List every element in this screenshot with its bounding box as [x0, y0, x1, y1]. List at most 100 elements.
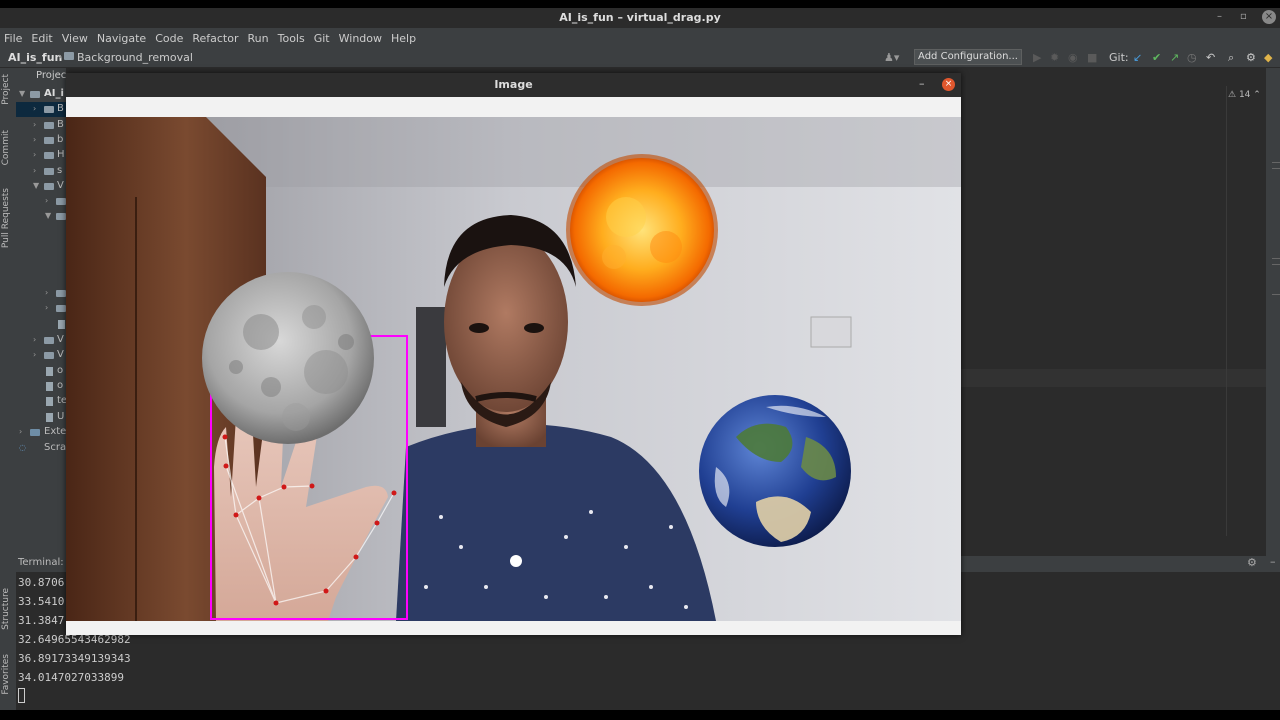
- user-icon[interactable]: ♟▾: [884, 51, 899, 64]
- terminal-line: 36.89173349139343: [18, 652, 131, 665]
- door-frame: [416, 307, 446, 427]
- tree-item[interactable]: ›: [16, 194, 66, 209]
- tree-item[interactable]: ›: [16, 301, 66, 316]
- window-title: AI_is_fun – virtual_drag.py: [559, 11, 721, 24]
- tab-favorites[interactable]: Favorites: [1, 654, 11, 695]
- right-tool-strip: [1266, 68, 1280, 556]
- shirt-button: [510, 555, 522, 567]
- git-commit-icon[interactable]: ✔: [1152, 51, 1161, 64]
- git-label: Git:: [1109, 51, 1129, 64]
- left-tool-strip: Project Commit Pull Requests Structure F…: [0, 68, 16, 710]
- tab-pull-requests[interactable]: Pull Requests: [1, 188, 11, 248]
- menu-window[interactable]: Window: [339, 32, 382, 45]
- debug-icon[interactable]: ✹: [1050, 51, 1059, 64]
- current-line-highlight: [961, 369, 1280, 387]
- tree-item[interactable]: ▼: [16, 209, 66, 224]
- tree-root[interactable]: ▼ AI_i: [16, 87, 66, 102]
- menu-bar: File Edit View Navigate Code Refactor Ru…: [0, 28, 1280, 48]
- git-history-icon[interactable]: ◷: [1187, 51, 1197, 64]
- breadcrumb-folder[interactable]: Background_removal: [77, 51, 193, 64]
- menu-run[interactable]: Run: [248, 32, 269, 45]
- scroll-mark: [1272, 294, 1280, 295]
- right-eye: [524, 323, 544, 333]
- gear-icon[interactable]: ⚙: [1246, 51, 1256, 64]
- scroll-mark: [1272, 162, 1280, 163]
- image-window-titlebar[interactable]: Image – ×: [66, 73, 961, 97]
- moon-object[interactable]: [202, 272, 374, 444]
- terminal-line: 31.3847: [18, 614, 65, 627]
- tree-item[interactable]: › V: [16, 333, 66, 348]
- terminal-gear-icon[interactable]: ⚙: [1247, 556, 1257, 569]
- breadcrumb-separator: ›: [58, 50, 63, 63]
- folder-icon: [64, 52, 74, 60]
- image-window-close-icon[interactable]: ×: [942, 78, 955, 91]
- plugin-icon[interactable]: ◆: [1264, 51, 1272, 64]
- tree-item[interactable]: › Exte: [16, 425, 66, 440]
- terminal-line: 34.0147027033899: [18, 671, 124, 684]
- wall-switch: [810, 316, 852, 348]
- sun-object[interactable]: [566, 154, 718, 306]
- warning-count: 14: [1238, 90, 1251, 100]
- coverage-icon[interactable]: ◉: [1068, 51, 1078, 64]
- tree-item[interactable]: › V: [16, 348, 66, 363]
- terminal-label: Terminal:: [18, 557, 64, 568]
- scroll-mark: [1272, 168, 1280, 169]
- tree-item[interactable]: › b: [16, 133, 66, 148]
- tree-item[interactable]: [16, 317, 66, 332]
- menu-file[interactable]: File: [4, 32, 22, 45]
- tree-item[interactable]: ›: [16, 286, 66, 301]
- status-bar: [0, 710, 1280, 720]
- webcam-frame[interactable]: [66, 117, 961, 621]
- menu-refactor[interactable]: Refactor: [192, 32, 238, 45]
- tab-commit[interactable]: Commit: [1, 130, 11, 165]
- git-rollback-icon[interactable]: ↶: [1206, 51, 1215, 64]
- project-panel: Project ▼ AI_i › B › B › b › H › s ▼ V ›…: [16, 68, 70, 556]
- image-window-minimize-icon[interactable]: –: [919, 77, 925, 90]
- breadcrumb-project[interactable]: AI_is_fun: [8, 51, 62, 64]
- tree-item[interactable]: ◌ Scra: [16, 441, 66, 456]
- add-configuration-button[interactable]: Add Configuration...: [914, 49, 1022, 65]
- search-icon[interactable]: ⌕: [1228, 51, 1234, 65]
- tree-item[interactable]: o: [16, 364, 66, 379]
- project-panel-header: Project: [16, 68, 70, 86]
- image-window-statusbar: [66, 621, 961, 635]
- image-window-toolbar: [66, 97, 961, 117]
- tree-item[interactable]: U: [16, 410, 66, 425]
- menu-view[interactable]: View: [62, 32, 88, 45]
- menu-help[interactable]: Help: [391, 32, 416, 45]
- navigation-bar: AI_is_fun › Background_removal ♟▾ ▶ ✹ ◉ …: [0, 48, 1280, 68]
- ide-title-bar: AI_is_fun – virtual_drag.py – ▫ ×: [0, 0, 1280, 28]
- scroll-mark: [1272, 258, 1280, 259]
- tab-structure[interactable]: Structure: [1, 588, 11, 630]
- menu-code[interactable]: Code: [155, 32, 183, 45]
- menu-navigate[interactable]: Navigate: [97, 32, 146, 45]
- terminal-cursor: [18, 688, 25, 703]
- tab-project[interactable]: Project: [1, 74, 11, 105]
- menu-git[interactable]: Git: [314, 32, 330, 45]
- menu-tools[interactable]: Tools: [278, 32, 305, 45]
- tree-item[interactable]: te: [16, 394, 67, 409]
- stop-icon[interactable]: ■: [1087, 51, 1097, 64]
- minimize-icon[interactable]: –: [1217, 11, 1222, 22]
- terminal-minimize-icon[interactable]: –: [1270, 555, 1276, 568]
- image-window-title: Image: [494, 78, 533, 91]
- menu-edit[interactable]: Edit: [31, 32, 52, 45]
- image-window[interactable]: Image – ×: [66, 73, 961, 635]
- close-icon[interactable]: ×: [1262, 10, 1276, 24]
- tree-item[interactable]: › s: [16, 164, 66, 179]
- run-icon[interactable]: ▶: [1033, 51, 1041, 64]
- tree-item[interactable]: › H: [16, 148, 66, 163]
- git-update-icon[interactable]: ↙: [1133, 51, 1142, 64]
- tree-item[interactable]: ▼ V: [16, 179, 66, 194]
- git-push-icon[interactable]: ↗: [1170, 51, 1179, 64]
- scroll-mark: [1272, 264, 1280, 265]
- earth-object[interactable]: [699, 395, 851, 547]
- warnings-indicator[interactable]: ⚠ 14 ⌃: [1228, 90, 1261, 100]
- terminal-line: 33.5410: [18, 595, 65, 608]
- tree-item[interactable]: o: [16, 379, 66, 394]
- maximize-icon[interactable]: ▫: [1240, 11, 1247, 22]
- terminal-line: 30.8706: [18, 576, 65, 589]
- editor-right-margin: [1226, 86, 1227, 536]
- tree-item[interactable]: › B: [16, 102, 66, 117]
- tree-item[interactable]: › B: [16, 118, 66, 133]
